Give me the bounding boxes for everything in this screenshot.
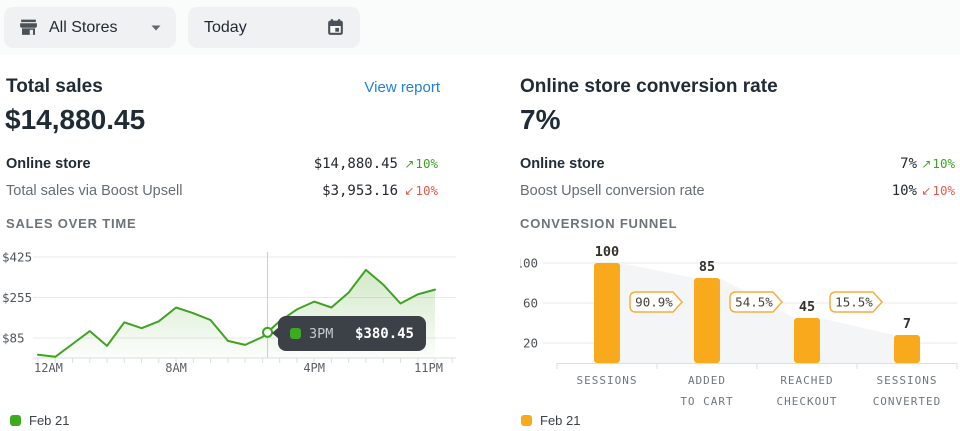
bar-value-label: 85 [699,259,715,275]
y-axis-label: 60 [523,296,538,311]
conversion-rate-label: 90.9% [635,295,673,310]
x-axis-label: 8AM [165,361,187,375]
conversion-funnel-chart[interactable]: 100 60 20 100 85 45 7 SESSIONS ADDED TO CART REACH… [520,240,960,410]
funnel-bar [694,278,720,363]
date-filter-label: Today [204,19,247,37]
x-axis-label: 11PM [414,361,443,375]
funnel-wedge [720,278,794,363]
metric-delta: ↙10% [398,183,438,198]
store-icon [18,17,39,38]
sales-over-time-chart[interactable]: $425 $255 $85 12AM 8AM 4PM 11PM 3PM $380.45 [0,248,460,380]
tooltip-series-swatch [290,328,301,339]
metric-row-online-store: Online store $14,880.45 ↗10% [6,150,438,177]
metric-row-online-store-rate: Online store 7% ↗10% [520,150,955,177]
chevron-down-icon [150,24,162,32]
total-sales-title: Total sales [6,76,103,98]
category-label: SESSIONS [877,374,938,387]
x-axis-label: 4PM [303,361,325,375]
conversion-title: Online store conversion rate [520,76,778,98]
x-axis-label: 12AM [34,361,63,375]
metric-label: Online store [6,156,91,172]
category-label: SESSIONS [577,374,638,387]
metric-label: Online store [520,156,605,172]
calendar-icon [325,17,346,38]
metric-delta: ↙10% [917,183,955,198]
category-label: CONVERTED [873,395,942,408]
category-label: ADDED [688,374,726,387]
date-filter-button[interactable]: Today [188,7,360,48]
sales-legend: Feb 21 [10,413,69,428]
metric-value: $14,880.45 [314,156,398,172]
total-sales-big-value: $14,880.45 [5,104,145,136]
hover-marker [263,328,272,337]
metric-label: Total sales via Boost Upsell [6,183,183,199]
store-filter-label: All Stores [49,19,117,37]
category-label: REACHED [780,374,833,387]
legend-swatch-green [10,415,21,426]
trend-up-icon: ↗ [404,157,414,171]
y-axis-label: $85 [2,331,25,346]
funnel-bar [794,318,820,363]
y-axis-label: $255 [2,290,32,305]
category-label: CHECKOUT [777,395,838,408]
trend-up-icon: ↗ [921,157,931,171]
funnel-bar [894,335,920,363]
conversion-big-value: 7% [520,104,560,136]
legend-swatch-orange [521,415,532,426]
metric-row-boost-upsell-rate: Boost Upsell conversion rate 10% ↙10% [520,177,955,204]
bar-value-label: 100 [595,244,619,260]
funnel-wedge [620,263,694,363]
metric-label: Boost Upsell conversion rate [520,183,705,199]
metric-value: 7% [900,156,917,172]
legend-label: Feb 21 [29,413,69,428]
funnel-bar [594,263,620,363]
metric-delta: ↗10% [917,156,955,171]
category-label: TO CART [680,395,733,408]
trend-down-icon: ↙ [404,184,414,198]
metric-delta: ↗10% [398,156,438,171]
tooltip-value: $380.45 [337,326,414,342]
analytics-dashboard: All Stores Today [0,0,960,431]
view-report-link[interactable]: View report [364,79,440,96]
conversion-rate-label: 15.5% [835,295,873,310]
y-axis-label: 20 [523,336,538,351]
chart-tooltip: 3PM $380.45 [278,316,426,351]
tooltip-time: 3PM [309,326,333,342]
conversion-rate-label: 54.5% [735,295,773,310]
sales-line-chart-svg: $425 $255 $85 12AM 8AM 4PM 11PM [0,248,460,380]
conversion-funnel-heading: CONVERSION FUNNEL [520,216,677,231]
metric-value: $3,953.16 [322,183,398,199]
legend-label: Feb 21 [540,413,580,428]
bar-value-label: 7 [903,316,911,332]
funnel-legend: Feb 21 [521,413,580,428]
bar-value-label: 45 [799,299,815,315]
toolbar: All Stores Today [0,0,960,55]
sales-over-time-heading: SALES OVER TIME [6,216,136,231]
y-axis-label: 100 [520,256,538,271]
trend-down-icon: ↙ [921,184,931,198]
store-filter-button[interactable]: All Stores [4,7,176,48]
metric-row-boost-upsell: Total sales via Boost Upsell $3,953.16 ↙… [6,177,438,204]
y-axis-label: $425 [2,250,32,265]
metric-value: 10% [892,183,917,199]
funnel-bar-chart-svg: 100 60 20 100 85 45 7 SESSIONS ADDED TO CART REACH… [520,240,960,410]
funnel-wedge [820,318,894,363]
